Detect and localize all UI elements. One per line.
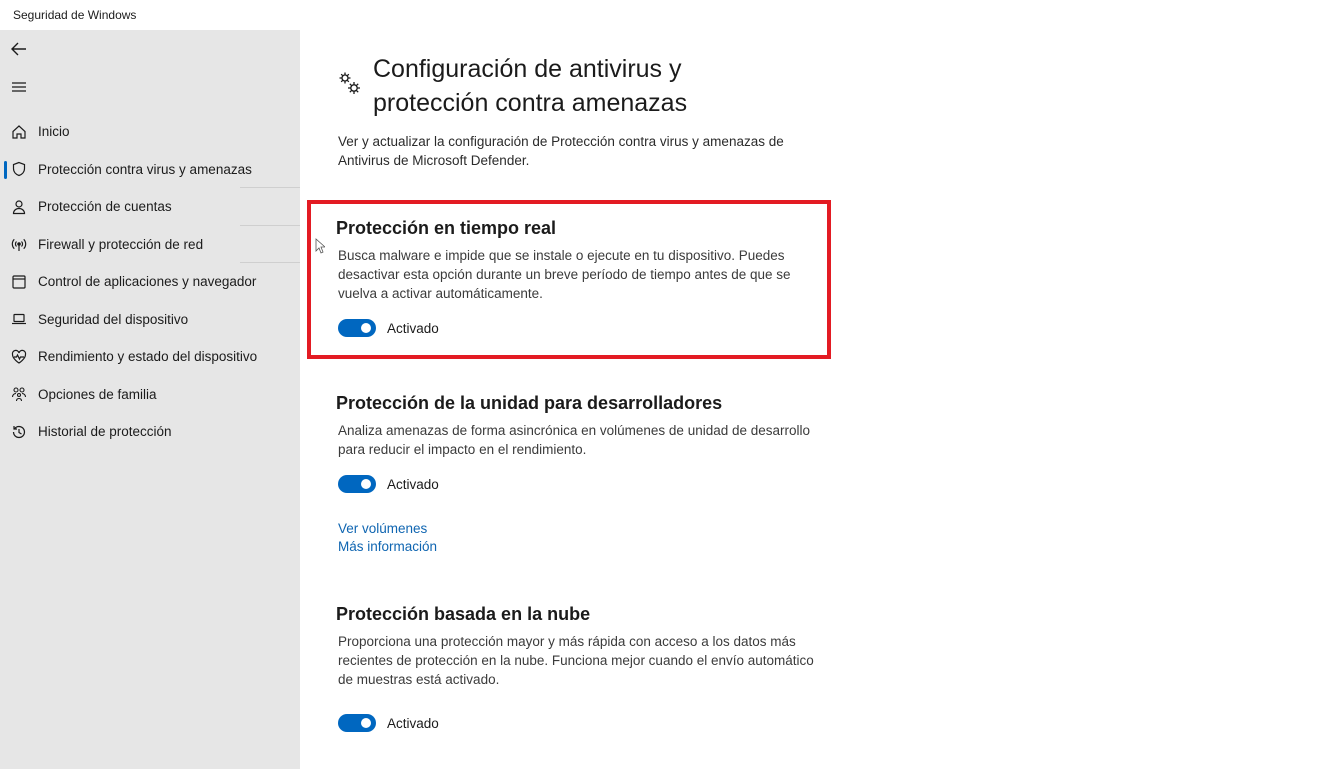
section-heading: Protección basada en la nube [336, 604, 591, 624]
sidebar-item-label: Firewall y protección de red [38, 236, 204, 252]
page-description: Ver y actualizar la configuración de Pro… [338, 134, 784, 168]
toggle-row: Activado [338, 475, 439, 493]
app-window-icon [10, 273, 27, 290]
toggle-label: Activado [387, 715, 439, 731]
more-info-link[interactable]: Más información [338, 539, 437, 554]
app-title: Seguridad de Windows [13, 8, 137, 22]
sidebar-item-label: Opciones de familia [38, 386, 157, 402]
view-volumes-link[interactable]: Ver volúmenes [338, 521, 427, 536]
toggle-row: Activado [338, 714, 439, 732]
hamburger-menu-button[interactable] [8, 76, 30, 98]
dev-drive-protection-toggle[interactable] [338, 475, 376, 493]
dev-drive-protection-section: Protección de la unidad para desarrollad… [336, 391, 816, 493]
sidebar-item-device-security[interactable]: Seguridad del dispositivo [0, 301, 300, 339]
sidebar: Inicio Protección contra virus y amenaza… [0, 30, 300, 769]
section-heading: Protección en tiempo real [336, 218, 557, 238]
back-arrow-icon [11, 42, 26, 56]
sidebar-item-label: Protección contra virus y amenazas [38, 161, 252, 177]
mouse-cursor-icon [315, 238, 325, 254]
home-icon [10, 123, 27, 140]
cloud-protection-toggle[interactable] [338, 714, 376, 732]
gears-icon [339, 72, 360, 94]
cloud-protection-section: Protección basada en la nube Proporciona… [336, 602, 816, 732]
toggle-knob [361, 479, 371, 489]
sidebar-item-device-performance[interactable]: Rendimiento y estado del dispositivo [0, 338, 300, 376]
toggle-row: Activado [338, 319, 439, 337]
page-title: Configuración de antivirus y protección … [373, 55, 688, 117]
hamburger-icon [12, 82, 26, 92]
laptop-icon [10, 311, 27, 328]
sidebar-item-account-protection[interactable]: Protección de cuentas [0, 188, 300, 226]
toggle-knob [361, 718, 371, 728]
shield-icon [10, 161, 27, 178]
sidebar-item-label: Inicio [38, 124, 70, 140]
title-bar: Seguridad de Windows [0, 0, 1342, 30]
sidebar-item-virus-protection[interactable]: Protección contra virus y amenazas [0, 151, 300, 188]
heart-pulse-icon [10, 348, 27, 365]
back-button[interactable] [8, 38, 30, 60]
main-content: Configuración de antivirus y protección … [300, 30, 1342, 769]
sidebar-item-label: Rendimiento y estado del dispositivo [38, 349, 258, 365]
toggle-knob [361, 323, 371, 333]
family-icon [10, 386, 27, 403]
sidebar-item-app-browser-control[interactable]: Control de aplicaciones y navegador [0, 263, 300, 301]
nav-list: Inicio Protección contra virus y amenaza… [0, 113, 300, 451]
sidebar-item-firewall[interactable]: Firewall y protección de red [0, 226, 300, 263]
person-icon [10, 198, 27, 215]
wifi-signal-icon [10, 236, 27, 253]
section-description: Busca malware e impide que se instale o … [338, 248, 791, 301]
section-description: Proporciona una protección mayor y más r… [338, 634, 814, 687]
sidebar-item-inicio[interactable]: Inicio [0, 113, 300, 151]
toggle-label: Activado [387, 320, 439, 336]
sidebar-item-protection-history[interactable]: Historial de protección [0, 413, 300, 451]
realtime-protection-toggle[interactable] [338, 319, 376, 337]
sidebar-item-label: Seguridad del dispositivo [38, 311, 189, 327]
sidebar-item-label: Protección de cuentas [38, 199, 172, 215]
section-heading: Protección de la unidad para desarrollad… [336, 393, 723, 413]
sidebar-item-label: Historial de protección [38, 424, 172, 440]
realtime-protection-section: Protección en tiempo real Busca malware … [336, 216, 816, 337]
toggle-label: Activado [387, 476, 439, 492]
sidebar-item-family-options[interactable]: Opciones de familia [0, 376, 300, 414]
history-icon [10, 423, 27, 440]
sidebar-item-label: Control de aplicaciones y navegador [38, 274, 257, 290]
section-description: Analiza amenazas de forma asincrónica en… [338, 423, 811, 457]
